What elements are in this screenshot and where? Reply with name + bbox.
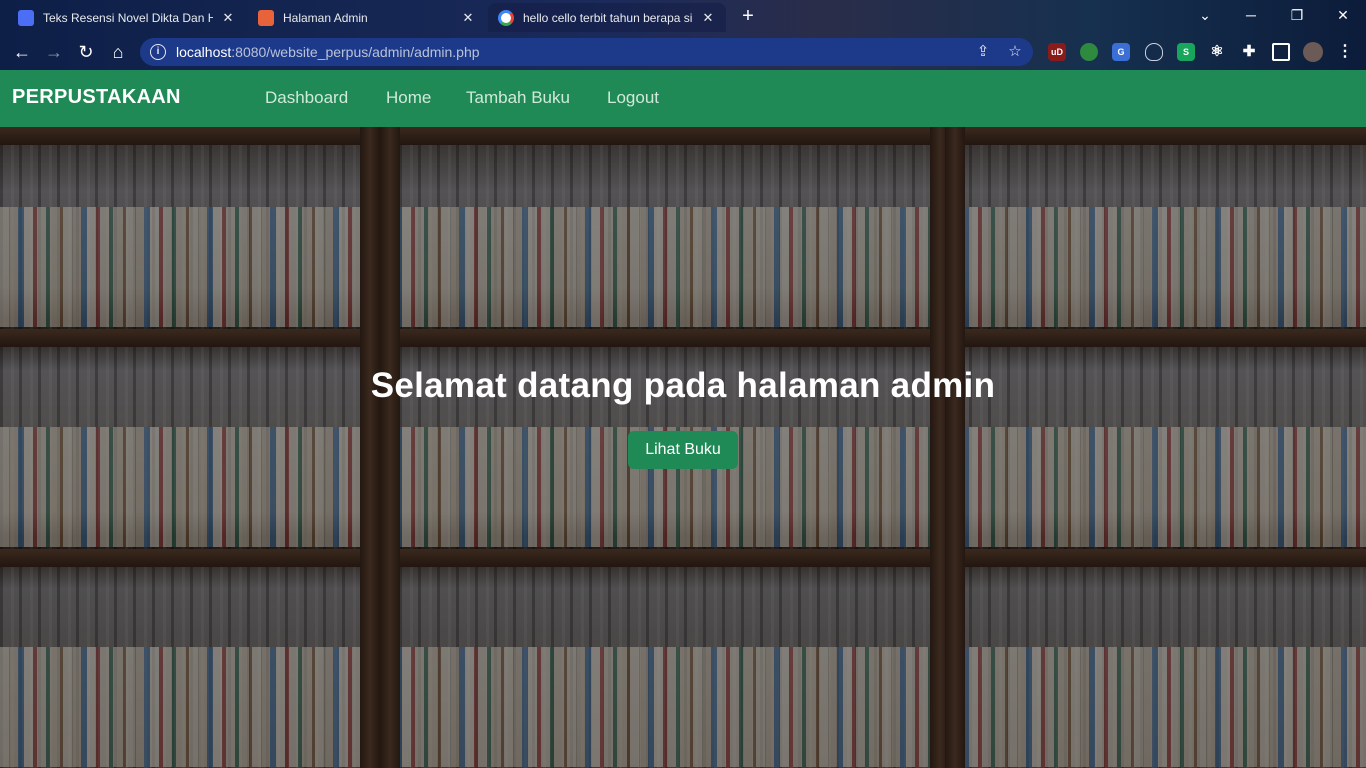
forward-arrow-icon[interactable]: → [42, 41, 66, 63]
nav-link-logout[interactable]: Logout [607, 88, 659, 108]
close-window-button[interactable]: ✕ [1328, 4, 1358, 26]
brand-logo[interactable]: PERPUSTAKAAN [12, 86, 181, 109]
profile-avatar[interactable] [1303, 42, 1323, 62]
site-favicon-icon [18, 9, 34, 26]
tab-halaman-admin[interactable]: Halaman Admin ✕ [248, 3, 486, 32]
xampp-favicon-icon [258, 9, 274, 26]
address-path: :8080/website_perpus/admin/admin.php [231, 44, 480, 60]
lihat-buku-button[interactable]: Lihat Buku [628, 431, 738, 469]
extensions-puzzle-icon[interactable]: ✚ [1240, 43, 1258, 61]
back-arrow-icon[interactable]: ← [10, 41, 34, 63]
tab-title: Teks Resensi Novel Dikta Dan Hu [43, 10, 213, 25]
green-extension-icon[interactable]: S [1177, 43, 1195, 61]
site-navbar: PERPUSTAKAAN Dashboard Home Tambah Buku … [0, 70, 1366, 127]
reload-icon[interactable]: ↻ [74, 41, 98, 63]
side-panel-icon[interactable] [1272, 43, 1290, 61]
tab-close-icon[interactable]: ✕ [700, 10, 716, 26]
hero-title: Selamat datang pada halaman admin [370, 366, 996, 405]
tab-title: hello cello terbit tahun berapa si [523, 10, 693, 25]
home-icon[interactable]: ⌂ [106, 41, 130, 63]
nav-link-tambah-buku[interactable]: Tambah Buku [466, 88, 570, 108]
shield-extension-icon[interactable] [1145, 43, 1163, 61]
restore-button[interactable]: ❐ [1282, 4, 1312, 26]
react-devtools-icon[interactable]: ⚛ [1208, 43, 1226, 61]
tab-search-icon[interactable]: ⌄ [1190, 4, 1220, 26]
menu-kebab-icon[interactable]: ⋮ [1336, 43, 1354, 61]
bookmark-star-icon[interactable]: ☆ [1006, 43, 1024, 61]
tab-resensi[interactable]: Teks Resensi Novel Dikta Dan Hu ✕ [8, 3, 246, 32]
tab-close-icon[interactable]: ✕ [460, 10, 476, 26]
extension-icon[interactable] [1080, 43, 1098, 61]
admin-page: PERPUSTAKAAN Dashboard Home Tambah Buku … [0, 70, 1366, 768]
new-tab-button[interactable]: + [737, 5, 759, 27]
browser-chrome: Teks Resensi Novel Dikta Dan Hu ✕ Halama… [0, 0, 1366, 70]
tab-close-icon[interactable]: ✕ [220, 10, 236, 26]
nav-link-home[interactable]: Home [386, 88, 431, 108]
ublock-extension-icon[interactable]: uD [1048, 43, 1066, 61]
site-info-icon[interactable]: i [150, 44, 166, 60]
translate-extension-icon[interactable]: G [1112, 43, 1130, 61]
tab-google-search[interactable]: hello cello terbit tahun berapa si ✕ [488, 3, 726, 32]
google-favicon-icon [498, 9, 514, 26]
tab-strip: Teks Resensi Novel Dikta Dan Hu ✕ Halama… [0, 0, 1366, 34]
address-host: localhost [176, 44, 232, 60]
address-bar[interactable]: i localhost:8080/website_perpus/admin/ad… [140, 38, 1033, 66]
minimize-button[interactable]: ─ [1236, 4, 1266, 26]
nav-link-dashboard[interactable]: Dashboard [265, 88, 348, 108]
tab-title: Halaman Admin [283, 10, 368, 25]
share-icon[interactable]: ⇪ [974, 43, 992, 61]
